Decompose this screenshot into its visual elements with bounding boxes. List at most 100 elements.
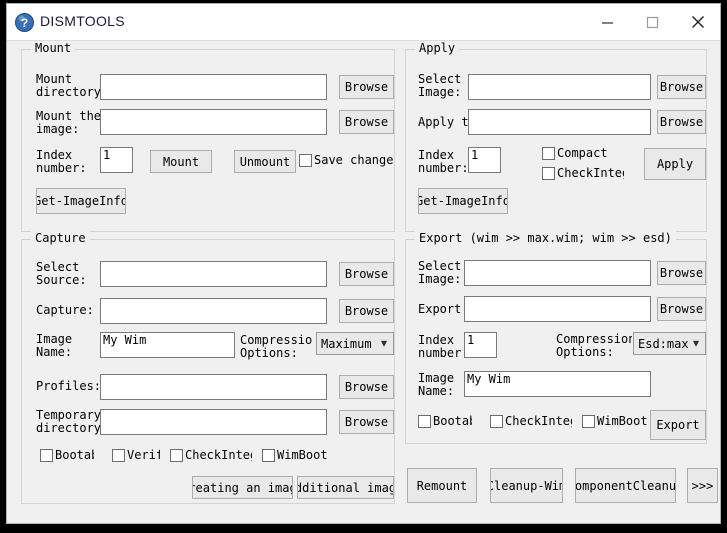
- capture-select-source-browse-button[interactable]: Browse: [339, 262, 394, 286]
- remount-button[interactable]: Remount: [407, 468, 477, 503]
- export-checkintegrity-checkbox-box[interactable]: [490, 414, 503, 428]
- capture-bootable-checkbox-box[interactable]: [40, 448, 53, 462]
- apply-button[interactable]: Apply: [644, 148, 706, 180]
- capture-checkintegrity-checkbox[interactable]: CheckIntegrity: [170, 447, 252, 463]
- help-circle-icon: ?: [15, 13, 34, 32]
- export-wimboot-checkbox[interactable]: WimBoot: [582, 413, 652, 429]
- minimize-icon: [602, 21, 613, 24]
- export-group-title: Export (wim >> max.wim; wim >> esd): [415, 231, 676, 245]
- capture-profiles-input[interactable]: [100, 374, 327, 400]
- capture-bootable-label: Bootable: [55, 448, 94, 462]
- creating-an-image-button[interactable]: Creating an image: [192, 476, 293, 499]
- mount-get-imageinfo-button[interactable]: Get-ImageInfo: [36, 188, 126, 214]
- export-select-image-input[interactable]: [464, 260, 651, 286]
- export-wimboot-label: WimBoot: [597, 414, 648, 428]
- capture-label: Capture:: [36, 304, 94, 317]
- apply-checkintegrity-label: CheckIntegrity: [557, 166, 624, 180]
- capture-compression-select[interactable]: Maximum ▼: [316, 332, 394, 355]
- apply-select-image-browse-button[interactable]: Browse: [657, 75, 706, 99]
- export-button[interactable]: Export: [650, 410, 706, 440]
- close-icon: [691, 16, 704, 28]
- cleanup-wim-button[interactable]: Cleanup-Wim: [490, 468, 563, 503]
- capture-browse-button[interactable]: Browse: [339, 299, 394, 323]
- compact-checkbox[interactable]: Compact: [542, 145, 624, 161]
- capture-profiles-browse-button[interactable]: Browse: [339, 375, 394, 399]
- export-compression-select[interactable]: Esd:max ▼: [633, 332, 706, 355]
- capture-checkintegrity-checkbox-box[interactable]: [170, 448, 183, 462]
- mount-group-title: Mount: [31, 41, 76, 55]
- mount-image-input[interactable]: [100, 109, 327, 135]
- capture-group-title: Capture: [31, 231, 90, 245]
- capture-wimboot-label: WimBoot: [277, 448, 328, 462]
- export-bootable-checkbox-box[interactable]: [418, 414, 431, 428]
- export-wimboot-checkbox-box[interactable]: [582, 414, 595, 428]
- capture-wimboot-checkbox-box[interactable]: [262, 448, 275, 462]
- compact-checkbox-box[interactable]: [542, 146, 555, 160]
- client-area: Mount Mount directory: Browse Mount the …: [7, 41, 720, 523]
- mount-directory-input[interactable]: [100, 74, 327, 100]
- apply-group: Apply Select Image: Browse Apply to Brow…: [405, 41, 707, 232]
- maximize-button[interactable]: [630, 4, 675, 40]
- export-bootable-checkbox[interactable]: Bootable: [418, 413, 472, 429]
- app-window: ? DISMTOOLS Mount Mount directory: Brows…: [6, 3, 721, 524]
- mount-image-browse-button[interactable]: Browse: [339, 110, 394, 134]
- mount-index-input[interactable]: 1: [100, 147, 133, 173]
- export-index-input[interactable]: 1: [464, 332, 497, 358]
- capture-temp-dir-input[interactable]: [100, 409, 327, 435]
- capture-wimboot-checkbox[interactable]: WimBoot: [262, 447, 334, 463]
- unmount-button[interactable]: Unmount: [234, 150, 296, 173]
- maximize-icon: [646, 16, 659, 28]
- export-compression-value: Esd:max: [638, 336, 689, 351]
- title-bar: ? DISMTOOLS: [7, 4, 720, 41]
- capture-image-name-label: Image Name:: [36, 333, 73, 359]
- capture-checkintegrity-label: CheckIntegrity: [185, 448, 252, 462]
- component-cleanup-button[interactable]: ComponentCleanup: [575, 468, 676, 503]
- svg-text:?: ?: [21, 16, 28, 30]
- export-image-name-input[interactable]: My Wim: [464, 371, 651, 397]
- export-to-browse-button[interactable]: Browse: [657, 297, 706, 321]
- mount-group: Mount Mount directory: Browse Mount the …: [21, 41, 395, 232]
- capture-select-source-input[interactable]: [100, 261, 327, 287]
- minimize-button[interactable]: [585, 4, 630, 40]
- compact-label: Compact: [557, 146, 608, 160]
- export-checkintegrity-checkbox[interactable]: CheckIntegrity: [490, 413, 572, 429]
- apply-checkintegrity-checkbox[interactable]: CheckIntegrity: [542, 165, 624, 181]
- save-changes-checkbox-box[interactable]: [299, 153, 312, 167]
- more-options-button[interactable]: >>>: [687, 468, 718, 503]
- mount-button[interactable]: Mount: [150, 150, 212, 173]
- capture-image-name-input[interactable]: My Wim: [100, 332, 235, 358]
- capture-bootable-checkbox[interactable]: Bootable: [40, 447, 94, 463]
- capture-compression-value: Maximum: [321, 336, 372, 351]
- apply-to-input[interactable]: [468, 109, 651, 135]
- capture-verify-checkbox[interactable]: Verify: [112, 447, 160, 463]
- mount-directory-browse-button[interactable]: Browse: [339, 75, 394, 99]
- apply-to-browse-button[interactable]: Browse: [657, 110, 706, 134]
- chevron-down-icon: ▼: [380, 338, 387, 349]
- save-changes-checkbox[interactable]: Save changes: [299, 152, 393, 168]
- apply-index-input[interactable]: 1: [468, 147, 501, 173]
- close-button[interactable]: [675, 4, 720, 40]
- apply-checkintegrity-checkbox-box[interactable]: [542, 166, 555, 180]
- capture-profiles-label: Profiles:: [36, 380, 102, 393]
- export-checkintegrity-label: CheckIntegrity: [505, 414, 572, 428]
- export-group: Export (wim >> max.wim; wim >> esd) Sele…: [405, 231, 707, 444]
- additional-image-button[interactable]: Additional image: [297, 476, 394, 499]
- export-select-image-browse-button[interactable]: Browse: [657, 261, 706, 285]
- capture-verify-checkbox-box[interactable]: [112, 448, 125, 462]
- capture-group: Capture Select Source: Browse Capture: B…: [21, 231, 395, 504]
- export-to-input[interactable]: [464, 296, 651, 322]
- capture-compression-label: Compression Options:: [240, 334, 312, 360]
- capture-input[interactable]: [100, 298, 327, 324]
- capture-temp-dir-label: Temporary directory:: [36, 409, 102, 435]
- window-title: DISMTOOLS: [40, 13, 125, 29]
- apply-select-image-input[interactable]: [468, 74, 651, 100]
- export-compression-label: Compression Options:: [556, 333, 632, 359]
- export-bootable-label: Bootable: [433, 414, 472, 428]
- save-changes-label: Save changes: [314, 153, 393, 167]
- apply-get-imageinfo-button[interactable]: Get-ImageInfo: [418, 188, 508, 214]
- mount-index-label: Index number:: [36, 149, 87, 175]
- capture-temp-dir-browse-button[interactable]: Browse: [339, 410, 394, 434]
- chevron-down-icon: ▼: [692, 338, 699, 349]
- capture-select-source-label: Select Source:: [36, 261, 87, 287]
- mount-directory-label: Mount directory:: [36, 73, 108, 99]
